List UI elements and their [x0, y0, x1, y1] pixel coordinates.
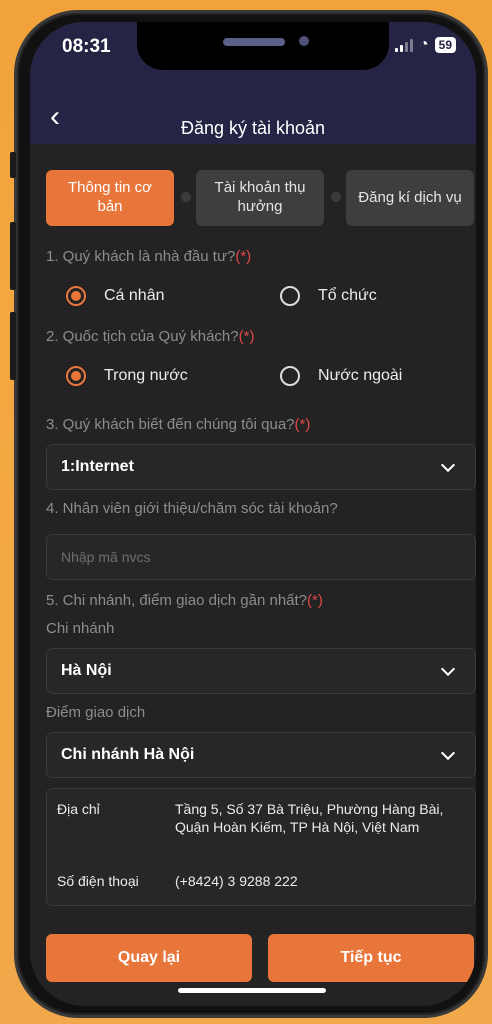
signal-icon — [394, 38, 413, 52]
radio-individual[interactable]: Cá nhân — [66, 286, 280, 306]
question-branch: 5. Chi nhánh, điểm giao dịch gần nhất?(*… — [46, 592, 323, 609]
question-nationality: 2. Quốc tịch của Quý khách?(*) — [46, 328, 255, 345]
step-indicator: Thông tin cơ bản Tài khoản thụ hưởng Đăn… — [46, 170, 474, 226]
radio-unselected-icon — [280, 366, 300, 386]
question-investor-type: 1. Quý khách là nhà đầu tư?(*) — [46, 248, 252, 265]
staff-code-input[interactable]: Nhập mã nvcs — [46, 534, 476, 580]
back-button[interactable]: Quay lại — [46, 934, 252, 982]
continue-button[interactable]: Tiếp tục — [268, 934, 474, 982]
step-separator-dot — [181, 192, 191, 202]
office-select[interactable]: Chi nhánh Hà Nội — [46, 732, 476, 778]
speaker-icon — [223, 38, 285, 46]
investor-type-options: Cá nhân Tổ chức — [66, 286, 377, 306]
step-beneficiary-account[interactable]: Tài khoản thụ hưởng — [196, 170, 324, 226]
question-staff-code: 4. Nhân viên giới thiệu/chăm sóc tài kho… — [46, 500, 338, 517]
office-label: Điểm giao dịch — [46, 704, 146, 721]
phone-label: Số điện thoại — [57, 873, 139, 889]
chevron-down-icon — [440, 457, 456, 473]
status-time: 08:31 — [62, 36, 111, 57]
status-icons: ◔ 59 — [394, 36, 456, 54]
phone-volume-down — [10, 312, 16, 380]
camera-icon — [299, 36, 309, 46]
step-service-registration[interactable]: Đăng kí dịch vụ — [346, 170, 474, 226]
radio-foreign[interactable]: Nước ngoài — [280, 366, 402, 386]
radio-domestic[interactable]: Trong nước — [66, 366, 280, 386]
phone-value: (+8424) 3 9288 222 — [175, 873, 298, 889]
branch-label: Chi nhánh — [46, 620, 115, 637]
app-screen: 08:31 ◔ 59 ‹ Đăng ký tài khoản Thông tin… — [30, 22, 476, 1006]
address-value: Tầng 5, Số 37 Bà Triệu, Phường Hàng Bài,… — [175, 801, 444, 835]
branch-info-box: Địa chỉ Tầng 5, Số 37 Bà Triệu, Phường H… — [46, 788, 476, 906]
nationality-options: Trong nước Nước ngoài — [66, 366, 402, 386]
phone-notch — [137, 22, 389, 70]
phone-volume-up — [10, 222, 16, 290]
radio-selected-icon — [66, 286, 86, 306]
step-separator-dot — [331, 192, 341, 202]
branch-select[interactable]: Hà Nội — [46, 648, 476, 694]
radio-selected-icon — [66, 366, 86, 386]
phone-side-button — [10, 152, 16, 178]
referral-source-select[interactable]: 1:Internet — [46, 444, 476, 490]
chevron-down-icon — [440, 661, 456, 677]
step-basic-info[interactable]: Thông tin cơ bản — [46, 170, 174, 226]
question-referral-source: 3. Quý khách biết đến chúng tôi qua?(*) — [46, 416, 311, 433]
chevron-down-icon — [440, 745, 456, 761]
page-title: Đăng ký tài khoản — [180, 118, 326, 138]
app-header: 08:31 ◔ 59 ‹ Đăng ký tài khoản — [30, 22, 476, 144]
wifi-icon: ◔ — [418, 36, 429, 53]
radio-organization[interactable]: Tổ chức — [280, 286, 377, 306]
home-indicator[interactable] — [178, 988, 326, 993]
address-label: Địa chỉ — [57, 801, 100, 817]
battery-icon: 59 — [434, 37, 456, 53]
radio-unselected-icon — [280, 286, 300, 306]
